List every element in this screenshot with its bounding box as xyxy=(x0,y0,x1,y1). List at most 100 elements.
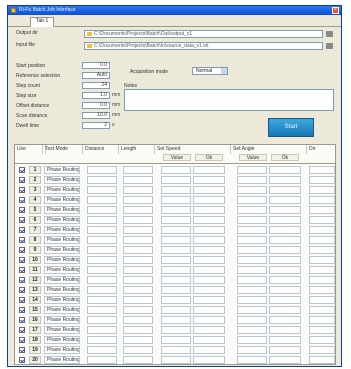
distance-cell[interactable] xyxy=(87,176,117,184)
speed-ok-cell[interactable] xyxy=(193,216,225,224)
angle-ok-cell[interactable] xyxy=(269,206,301,214)
test-mode-select[interactable]: Phase Routing xyxy=(44,266,80,274)
test-mode-select[interactable]: Phase Routing xyxy=(44,326,80,334)
test-mode-select[interactable]: Phase Routing xyxy=(44,336,80,344)
angle-ok-cell[interactable] xyxy=(269,316,301,324)
distance-cell[interactable] xyxy=(87,186,117,194)
angle-value-cell[interactable] xyxy=(237,216,267,224)
param-field[interactable]: 24 xyxy=(82,82,110,89)
col-header-use[interactable]: Use xyxy=(15,145,43,154)
angle-ok-cell[interactable] xyxy=(269,356,301,364)
distance-cell[interactable] xyxy=(87,346,117,354)
angle-ok-cell[interactable] xyxy=(269,176,301,184)
speed-value-cell[interactable] xyxy=(161,286,191,294)
speed-value-cell[interactable] xyxy=(161,216,191,224)
speed-value-cell[interactable] xyxy=(161,256,191,264)
test-mode-select[interactable]: Phase Routing xyxy=(44,196,80,204)
angle-value-cell[interactable] xyxy=(237,286,267,294)
test-mode-select[interactable]: Phase Routing xyxy=(44,166,80,174)
test-mode-select[interactable]: Phase Routing xyxy=(44,296,80,304)
angle-ok-cell[interactable] xyxy=(269,326,301,334)
col-header-speed[interactable]: Set Speed xyxy=(155,145,231,154)
distance-cell[interactable] xyxy=(87,356,117,364)
distance-cell[interactable] xyxy=(87,226,117,234)
speed-value-cell[interactable] xyxy=(161,236,191,244)
distance-cell[interactable] xyxy=(87,166,117,174)
dir-cell[interactable] xyxy=(309,296,335,304)
length-cell[interactable] xyxy=(123,196,153,204)
length-cell[interactable] xyxy=(123,306,153,314)
distance-cell[interactable] xyxy=(87,276,117,284)
checkbox-icon[interactable] xyxy=(19,357,25,363)
checkbox-icon[interactable] xyxy=(19,187,25,193)
speed-value-cell[interactable] xyxy=(161,296,191,304)
dir-cell[interactable] xyxy=(309,276,335,284)
length-cell[interactable] xyxy=(123,206,153,214)
speed-ok-cell[interactable] xyxy=(193,336,225,344)
dir-cell[interactable] xyxy=(309,206,335,214)
dir-cell[interactable] xyxy=(309,236,335,244)
angle-value-cell[interactable] xyxy=(237,206,267,214)
checkbox-icon[interactable] xyxy=(19,337,25,343)
speed-ok-cell[interactable] xyxy=(193,346,225,354)
test-mode-select[interactable]: Phase Routing xyxy=(44,176,80,184)
distance-cell[interactable] xyxy=(87,286,117,294)
dir-cell[interactable] xyxy=(309,246,335,254)
dropdown-arrow-icon[interactable] xyxy=(221,68,227,74)
browse-icon[interactable] xyxy=(326,43,333,49)
angle-ok-cell[interactable] xyxy=(269,276,301,284)
speed-ok-cell[interactable] xyxy=(193,206,225,214)
distance-cell[interactable] xyxy=(87,316,117,324)
length-cell[interactable] xyxy=(123,346,153,354)
angle-ok-cell[interactable] xyxy=(269,346,301,354)
param-field[interactable]: 10.0 xyxy=(82,112,110,119)
distance-cell[interactable] xyxy=(87,236,117,244)
length-cell[interactable] xyxy=(123,216,153,224)
angle-ok-cell[interactable] xyxy=(269,236,301,244)
test-mode-select[interactable]: Phase Routing xyxy=(44,186,80,194)
test-mode-select[interactable]: Phase Routing xyxy=(44,346,80,354)
test-mode-select[interactable]: Phase Routing xyxy=(44,246,80,254)
angle-value-cell[interactable] xyxy=(237,226,267,234)
angle-value-cell[interactable] xyxy=(237,186,267,194)
checkbox-icon[interactable] xyxy=(19,297,25,303)
length-cell[interactable] xyxy=(123,256,153,264)
checkbox-icon[interactable] xyxy=(19,267,25,273)
length-cell[interactable] xyxy=(123,356,153,364)
angle-value-cell[interactable] xyxy=(237,306,267,314)
speed-ok-cell[interactable] xyxy=(193,306,225,314)
close-icon[interactable]: × xyxy=(332,7,339,14)
output-dir-field[interactable]: C:\Documents\Projects\Batch\Out\output_v… xyxy=(84,30,323,38)
checkbox-icon[interactable] xyxy=(19,307,25,313)
length-cell[interactable] xyxy=(123,276,153,284)
speed-ok-cell[interactable] xyxy=(193,196,225,204)
test-mode-select[interactable]: Phase Routing xyxy=(44,226,80,234)
checkbox-icon[interactable] xyxy=(19,287,25,293)
param-field[interactable]: Auto xyxy=(82,72,110,79)
length-cell[interactable] xyxy=(123,286,153,294)
param-field[interactable]: 0.0 xyxy=(82,102,110,109)
angle-value-cell[interactable] xyxy=(237,196,267,204)
length-cell[interactable] xyxy=(123,166,153,174)
dir-cell[interactable] xyxy=(309,256,335,264)
length-cell[interactable] xyxy=(123,336,153,344)
angle-ok-cell[interactable] xyxy=(269,306,301,314)
speed-value-cell[interactable] xyxy=(161,356,191,364)
dir-cell[interactable] xyxy=(309,266,335,274)
length-cell[interactable] xyxy=(123,246,153,254)
mode-select[interactable]: Normal xyxy=(192,67,228,75)
distance-cell[interactable] xyxy=(87,296,117,304)
angle-value-cell[interactable] xyxy=(237,246,267,254)
angle-value-cell[interactable] xyxy=(237,176,267,184)
test-mode-select[interactable]: Phase Routing xyxy=(44,286,80,294)
speed-ok-cell[interactable] xyxy=(193,256,225,264)
angle-value-cell[interactable] xyxy=(237,316,267,324)
checkbox-icon[interactable] xyxy=(19,327,25,333)
speed-ok-cell[interactable] xyxy=(193,326,225,334)
angle-value-cell[interactable] xyxy=(237,266,267,274)
dir-cell[interactable] xyxy=(309,286,335,294)
distance-cell[interactable] xyxy=(87,206,117,214)
speed-value-cell[interactable] xyxy=(161,306,191,314)
angle-ok-cell[interactable] xyxy=(269,256,301,264)
angle-ok-cell[interactable] xyxy=(269,196,301,204)
